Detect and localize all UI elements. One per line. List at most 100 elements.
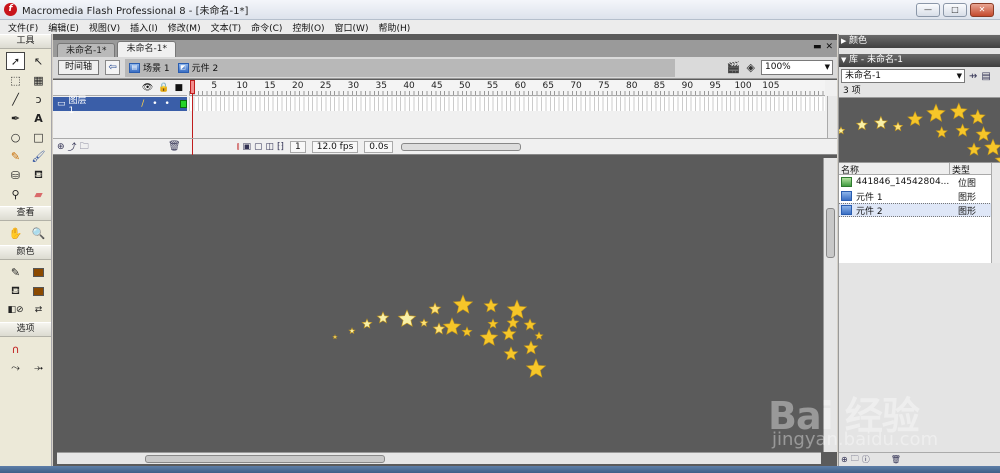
stars-artwork[interactable]: [57, 158, 821, 448]
swap-colors-icon[interactable]: ⇄: [29, 301, 48, 319]
star-shape: [501, 326, 517, 341]
stage-vertical-scrollbar[interactable]: [823, 158, 837, 452]
rectangle-tool-icon[interactable]: □: [29, 128, 48, 146]
straighten-icon[interactable]: ⤞: [29, 359, 48, 377]
pin-library-icon[interactable]: ⇸: [969, 71, 977, 82]
library-panel-header[interactable]: 库 - 未命名-1: [839, 54, 1000, 67]
vertical-scroll-thumb[interactable]: [826, 208, 835, 258]
library-document-select[interactable]: 未命名-1 ▼: [841, 69, 965, 83]
library-row[interactable]: 441846_14542804... 位图: [839, 175, 1000, 189]
delete-item-trash-icon[interactable]: 🗑: [891, 455, 901, 464]
menu-help[interactable]: 帮助(H): [373, 21, 415, 34]
menu-file[interactable]: 文件(F): [3, 21, 43, 34]
properties-icon[interactable]: ⓘ: [862, 454, 870, 465]
timeline-panel: 👁 🔒 ■ 1510152025303540455055606570758085…: [53, 80, 837, 155]
column-type-header[interactable]: 类型: [949, 163, 991, 176]
breadcrumb-symbol[interactable]: ◩ 元件 2: [177, 61, 218, 74]
show-hide-eye-icon[interactable]: 👁: [142, 83, 153, 93]
fill-transform-tool-icon[interactable]: ▦: [29, 71, 48, 89]
stroke-color-swatch[interactable]: [29, 263, 48, 281]
menu-insert[interactable]: 插入(I): [125, 21, 163, 34]
layer-visibility-dots[interactable]: ••: [152, 99, 177, 109]
ruler-frame-number: 35: [375, 81, 387, 91]
frame-rate-field[interactable]: 12.0 fps: [311, 140, 359, 153]
menu-edit[interactable]: 编辑(E): [43, 21, 84, 34]
add-guide-layer-icon[interactable]: ⤴: [68, 140, 77, 153]
timeline-toggle-button[interactable]: 时间轴: [58, 60, 100, 75]
free-transform-tool-icon[interactable]: ⬚: [6, 71, 25, 89]
timeline-vertical-scrollbar[interactable]: [827, 96, 837, 138]
eyedropper-tool-icon[interactable]: ⚲: [6, 185, 25, 203]
menu-modify[interactable]: 修改(M): [163, 21, 206, 34]
library-row[interactable]: 元件 1 图形: [839, 189, 1000, 203]
close-button[interactable]: ✕: [970, 3, 994, 17]
menu-text[interactable]: 文本(T): [206, 21, 247, 34]
eraser-tool-icon[interactable]: ▰: [29, 185, 48, 203]
fill-color-swatch[interactable]: [29, 282, 48, 300]
color-panel-header[interactable]: 颜色: [839, 35, 1000, 48]
outline-square-icon[interactable]: ■: [174, 83, 183, 93]
star-shape: [969, 109, 986, 125]
playhead-handle[interactable]: [190, 80, 195, 94]
document-minimize-button[interactable]: ▬: [813, 42, 822, 52]
stage-horizontal-scrollbar[interactable]: [57, 452, 821, 464]
library-vertical-scrollbar[interactable]: [991, 163, 1000, 263]
layer-row[interactable]: ▭ 图层 1 / ••: [53, 96, 187, 116]
zoom-tool-icon[interactable]: 🔍: [29, 224, 48, 242]
edit-symbol-icon[interactable]: ◈: [747, 61, 755, 74]
back-arrow-icon[interactable]: ⇦: [105, 60, 121, 75]
hand-tool-icon[interactable]: ✋: [6, 224, 25, 242]
stage[interactable]: [57, 158, 821, 448]
horizontal-scroll-thumb[interactable]: [145, 455, 385, 463]
star-shape: [332, 334, 338, 340]
default-colors-icon[interactable]: ◧⊘: [6, 301, 25, 319]
breadcrumb-scene[interactable]: ▤ 场景 1: [129, 61, 170, 74]
ruler-frame-number: 50: [458, 81, 471, 91]
add-layer-icon[interactable]: ⊕: [57, 142, 65, 152]
restore-button[interactable]: □: [943, 3, 967, 17]
menu-commands[interactable]: 命令(C): [246, 21, 287, 34]
lasso-tool-icon[interactable]: ↄ: [29, 90, 48, 108]
library-row-selected[interactable]: 元件 2 图形: [839, 203, 1000, 217]
menu-window[interactable]: 窗口(W): [330, 21, 374, 34]
document-tab-2[interactable]: 未命名-1*: [117, 41, 176, 57]
add-folder-icon[interactable]: 🗀: [80, 139, 89, 155]
menu-view[interactable]: 视图(V): [84, 21, 125, 34]
new-folder-icon[interactable]: 🗀: [851, 453, 859, 467]
edit-multiple-frames-icon[interactable]: ◫: [266, 142, 275, 152]
onion-outline-icon[interactable]: ▢: [254, 142, 263, 152]
pen-tool-icon[interactable]: ✒: [6, 109, 25, 127]
document-close-button[interactable]: ✕: [825, 42, 833, 52]
frame-grid[interactable]: [189, 97, 825, 111]
star-shape: [935, 126, 948, 138]
pencil-tool-icon[interactable]: ✎: [6, 147, 25, 165]
ink-bottle-tool-icon[interactable]: ⛁: [6, 166, 25, 184]
delete-layer-trash-icon[interactable]: 🗑: [168, 141, 181, 152]
timeline-horizontal-scrollbar[interactable]: [401, 142, 522, 151]
column-name-header[interactable]: 名称: [839, 163, 949, 176]
minimize-button[interactable]: —: [916, 3, 940, 17]
brush-tool-icon[interactable]: 🖌: [29, 147, 48, 165]
selection-tool-icon[interactable]: ➚: [6, 52, 25, 70]
menu-control[interactable]: 控制(O): [287, 21, 329, 34]
oval-tool-icon[interactable]: ○: [6, 128, 25, 146]
lock-icon[interactable]: 🔒: [158, 83, 169, 93]
document-tab-1[interactable]: 未命名-1*: [57, 43, 116, 57]
subselection-tool-icon[interactable]: ↖: [29, 52, 48, 70]
star-shape: [376, 311, 390, 324]
paint-bucket-tool-icon[interactable]: ⛾: [29, 166, 48, 184]
snap-magnet-icon[interactable]: ∩: [6, 340, 25, 358]
zoom-select[interactable]: 100% ▼: [761, 60, 833, 75]
line-tool-icon[interactable]: ╱: [6, 90, 25, 108]
edit-scene-icon[interactable]: 🎬: [727, 61, 741, 74]
text-tool-icon[interactable]: A: [29, 109, 48, 127]
layer-outline-color-box[interactable]: [179, 100, 187, 108]
frame-ruler[interactable]: 1510152025303540455055606570758085909510…: [189, 80, 825, 96]
onion-markers-icon[interactable]: ⁅⁆: [277, 142, 284, 152]
new-library-panel-icon[interactable]: ▤: [981, 71, 990, 82]
onion-skin-icon[interactable]: ▣: [242, 142, 251, 152]
graphic-symbol-icon: [841, 191, 852, 201]
center-frame-icon[interactable]: ⫾: [237, 142, 240, 152]
new-symbol-icon[interactable]: ⊕: [841, 455, 848, 464]
smooth-icon[interactable]: ⤳: [6, 359, 25, 377]
